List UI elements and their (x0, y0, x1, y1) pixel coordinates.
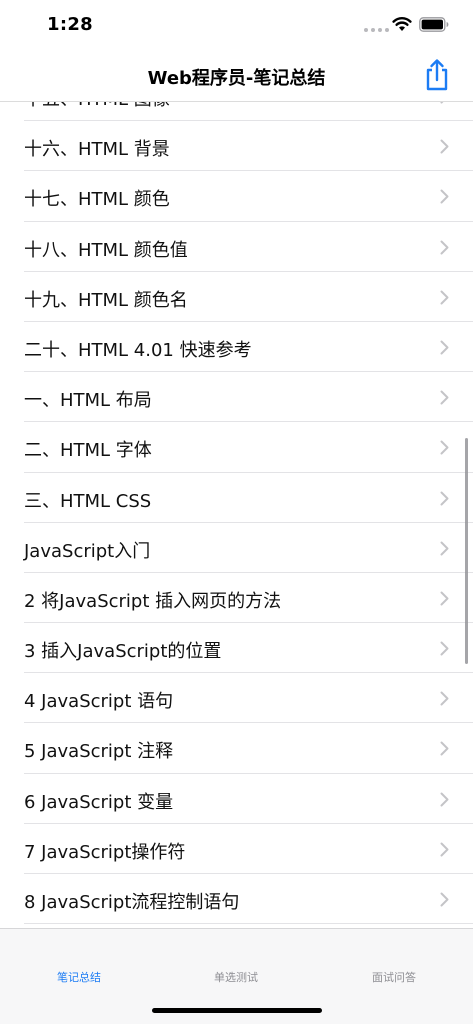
share-button[interactable] (422, 58, 452, 92)
list-item-label: 4 JavaScript 语句 (24, 691, 174, 713)
share-icon (426, 59, 448, 91)
chevron-right-icon (440, 691, 449, 706)
list-item-label: 三、HTML CSS (24, 490, 152, 512)
list-item-label: 7 JavaScript操作符 (24, 841, 186, 863)
list-item-label: 2 将JavaScript 插入网页的方法 (24, 590, 282, 612)
list-item-label: 二、HTML 字体 (24, 440, 152, 462)
nav-title: Web程序员-笔记总结 (147, 68, 326, 89)
chevron-right-icon (440, 139, 449, 154)
scroll-indicator[interactable] (465, 438, 468, 664)
list-item-label: 3 插入JavaScript的位置 (24, 641, 222, 663)
list-item[interactable]: 二十、HTML 4.01 快速参考 (24, 322, 473, 373)
list-item[interactable]: 3 插入JavaScript的位置 (24, 623, 473, 674)
tab-interview-qa[interactable]: 面试问答 (315, 969, 473, 985)
list-item-label: 十八、HTML 颜色值 (24, 239, 188, 261)
list-item[interactable]: 8 JavaScript流程控制语句 (24, 874, 473, 925)
list-item[interactable]: JavaScript入门 (24, 523, 473, 573)
list-item[interactable]: 十九、HTML 颜色名 (24, 272, 473, 322)
list-item[interactable]: 三、HTML CSS (24, 473, 473, 523)
home-indicator (152, 1008, 322, 1013)
list-item-label: 8 JavaScript流程控制语句 (24, 892, 240, 913)
status-time: 1:28 (47, 14, 93, 35)
chevron-right-icon (440, 541, 449, 556)
list-item[interactable]: 4 JavaScript 语句 (24, 673, 473, 724)
list-item[interactable]: 十五、HTML 图像 (24, 102, 473, 122)
chevron-right-icon (440, 189, 449, 204)
cellular-signal-icon (364, 28, 389, 32)
list-item-label: 5 JavaScript 注释 (24, 741, 174, 763)
list-item-label: 二十、HTML 4.01 快速参考 (24, 339, 252, 361)
chevron-right-icon (440, 491, 449, 505)
chevron-right-icon (440, 792, 449, 807)
list-item-label: 十六、HTML 背景 (24, 139, 170, 161)
list-item[interactable]: 一、HTML 布局 (24, 372, 473, 423)
list-item-label: 6 JavaScript 变量 (24, 791, 174, 813)
tab-notes-summary[interactable]: 笔记总结 (0, 969, 158, 985)
list-item-label: 一、HTML 布局 (24, 390, 152, 412)
list-item[interactable]: 6 JavaScript 变量 (24, 774, 473, 824)
list-item-label: 十七、HTML 颜色 (24, 189, 170, 211)
list-item-label: 十九、HTML 颜色名 (24, 289, 188, 311)
status-bar: 1:28 (0, 0, 473, 50)
chevron-right-icon (440, 641, 449, 656)
chevron-right-icon (440, 102, 444, 104)
wifi-icon (392, 17, 412, 31)
list-item-label: 十五、HTML 图像 (24, 102, 170, 111)
chevron-right-icon (440, 741, 449, 756)
notes-list-content: 十五、HTML 图像 十六、HTML 背景十七、HTML 颜色十八、HTML 颜… (0, 102, 473, 925)
chevron-right-icon (440, 591, 449, 606)
list-item[interactable]: 十八、HTML 颜色值 (24, 222, 473, 272)
list-item[interactable]: 十七、HTML 颜色 (24, 171, 473, 222)
list-item[interactable]: 7 JavaScript操作符 (24, 824, 473, 874)
list-item[interactable]: 2 将JavaScript 插入网页的方法 (24, 573, 473, 624)
chevron-right-icon (440, 892, 449, 907)
chevron-right-icon (440, 290, 449, 305)
list-item[interactable]: 二、HTML 字体 (24, 422, 473, 473)
chevron-right-icon (440, 440, 449, 455)
chevron-right-icon (440, 240, 449, 255)
battery-icon (419, 17, 449, 32)
notes-list[interactable]: 十五、HTML 图像 十六、HTML 背景十七、HTML 颜色十八、HTML 颜… (0, 102, 473, 928)
list-item-label: JavaScript入门 (24, 540, 151, 562)
app-screen: 1:28 Web程序员-笔记总结 十五、HTML 图像 (0, 0, 473, 1024)
chevron-right-icon (440, 340, 449, 355)
chevron-right-icon (440, 842, 449, 857)
tab-single-choice-test[interactable]: 单选测试 (157, 969, 315, 985)
navigation-bar: Web程序员-笔记总结 (0, 50, 473, 102)
list-item[interactable]: 十六、HTML 背景 (24, 121, 473, 172)
chevron-right-icon (440, 390, 449, 405)
list-item[interactable]: 5 JavaScript 注释 (24, 723, 473, 774)
